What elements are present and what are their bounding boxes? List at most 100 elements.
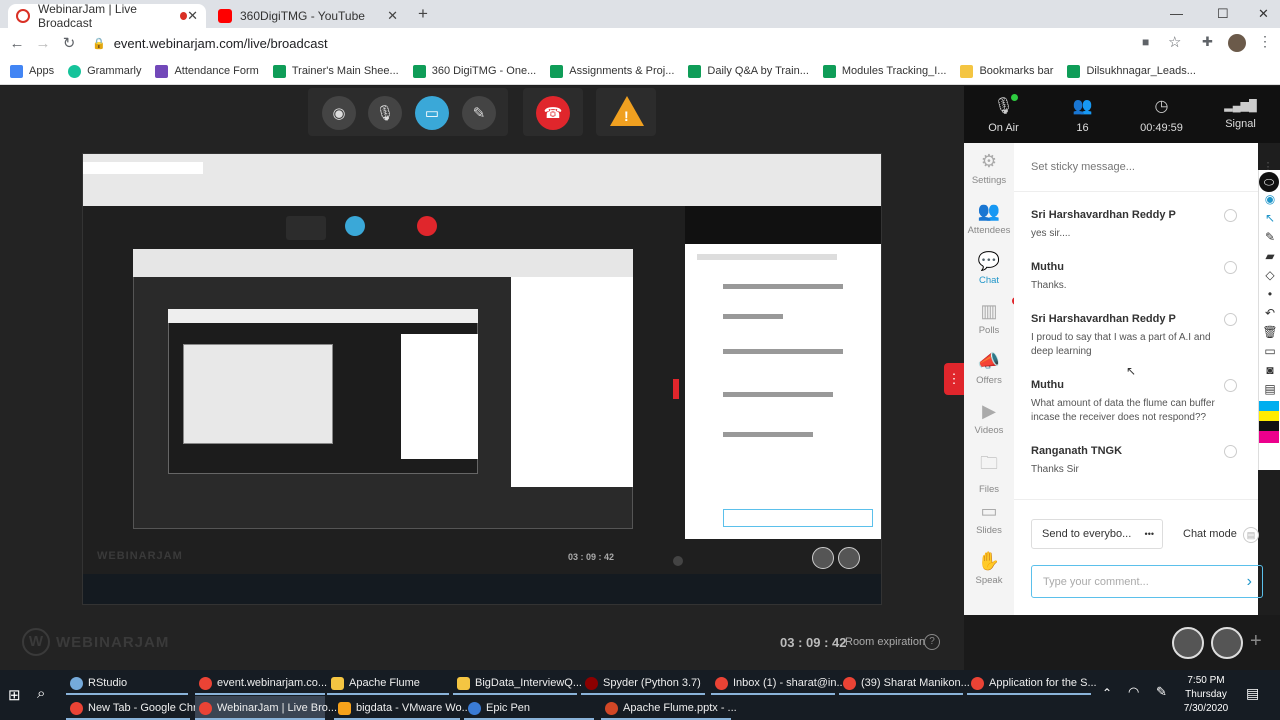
tab-label: WebinarJam | Live Broadcast <box>38 2 137 30</box>
taskbar-item[interactable]: event.webinarjam.co... <box>195 671 327 695</box>
epic-pen-logo-icon[interactable]: ⬭ <box>1259 172 1279 192</box>
message-select-radio[interactable] <box>1224 379 1237 392</box>
taskbar-item[interactable]: bigdata - VMware Wo... <box>334 696 471 720</box>
taskbar-item-active[interactable]: WebinarJam | Live Bro... <box>195 696 337 720</box>
tab-webinarjam[interactable]: WebinarJam | Live Broadcast ✕ <box>8 2 206 30</box>
camera-blocked-icon[interactable]: ■ <box>1142 35 1149 49</box>
sidebar-item-polls[interactable]: ▥ Polls <box>964 297 1020 336</box>
send-to-dropdown[interactable]: Send to everybo... ••• <box>1031 519 1163 549</box>
bookmark-folder[interactable]: Bookmarks bar <box>960 64 1053 78</box>
tray-chevron-icon[interactable]: ⌃ <box>1102 686 1112 700</box>
chat-message: Sri Harshavardhan Reddy P yes sir.... <box>1031 209 1231 241</box>
whiteboard-icon[interactable]: ▭ <box>1259 344 1280 363</box>
camera-button[interactable]: ◉ <box>322 96 356 130</box>
bookmark-item[interactable]: Attendance Form <box>155 64 259 78</box>
close-tab-icon[interactable]: ✕ <box>187 8 198 24</box>
undo-icon[interactable]: ↶ <box>1259 306 1280 325</box>
message-select-radio[interactable] <box>1224 261 1237 274</box>
send-arrow-icon[interactable]: › <box>1247 573 1252 591</box>
color-swatch-magenta[interactable] <box>1259 431 1279 443</box>
message-select-radio[interactable] <box>1224 209 1237 222</box>
help-icon[interactable]: ? <box>924 634 940 650</box>
taskbar-item[interactable]: Inbox (1) - sharat@in... <box>711 671 846 695</box>
pen-tray-icon[interactable]: ✎ <box>1156 684 1167 700</box>
window-close-icon[interactable]: ✕ <box>1258 6 1269 22</box>
close-tab-icon[interactable]: ✕ <box>387 8 398 24</box>
address-bar[interactable]: 🔒 event.webinarjam.com/live/broadcast <box>92 33 1172 53</box>
message-select-radio[interactable] <box>1224 445 1237 458</box>
extensions-icon[interactable]: ✚ <box>1202 34 1213 50</box>
sidebar-item-videos[interactable]: ▶ Videos <box>964 401 1014 436</box>
taskbar-item[interactable]: Spyder (Python 3.7) <box>581 671 705 695</box>
chat-mode-toggle-icon[interactable]: ▤ <box>1243 527 1259 543</box>
bookmark-star-icon[interactable]: ☆ <box>1168 33 1181 51</box>
taskbar-item[interactable]: Application for the S... <box>967 671 1097 695</box>
minimize-icon[interactable]: — <box>1170 6 1183 21</box>
dot-icon[interactable]: • <box>1259 287 1280 306</box>
system-clock[interactable]: 7:50 PM Thursday 7/30/2020 <box>1178 674 1234 716</box>
reload-icon[interactable]: ↻ <box>56 34 82 52</box>
presenter-avatar[interactable] <box>1211 627 1243 659</box>
color-swatch-black[interactable] <box>1259 421 1279 431</box>
color-swatch-yellow[interactable] <box>1259 411 1279 421</box>
tab-youtube[interactable]: 360DigiTMG - YouTube ✕ <box>210 4 406 28</box>
sidebar-item-files[interactable]: 🗀 Files <box>964 451 1014 495</box>
taskbar-item[interactable]: Epic Pen <box>464 696 594 720</box>
sidebar-label: Attendees <box>967 225 1011 236</box>
gear-icon: ⚙ <box>980 151 998 171</box>
sidebar-label: Files <box>978 484 1000 495</box>
screen-share-button[interactable]: ▭ <box>415 96 449 130</box>
taskbar-item[interactable]: Apache Flume <box>327 671 449 695</box>
search-icon[interactable]: ⌕ <box>37 685 45 702</box>
sidebar-item-slides[interactable]: ▭ Slides <box>964 501 1014 536</box>
notifications-icon[interactable]: ▤ <box>1246 685 1259 702</box>
eraser-icon[interactable]: ◇ <box>1259 268 1280 287</box>
taskbar-item[interactable]: (39) Sharat Manikon... <box>839 671 970 695</box>
sticky-message-input[interactable]: Set sticky message... <box>1031 161 1135 173</box>
sidebar-item-settings[interactable]: ⚙ Settings <box>964 151 1014 186</box>
profile-avatar[interactable] <box>1228 34 1246 52</box>
eye-icon[interactable]: ◉ <box>1259 192 1280 211</box>
sidebar-label: Chat <box>978 275 1000 286</box>
taskbar-item[interactable]: New Tab - Google Chr... <box>66 696 205 720</box>
panel-toggle-handle[interactable]: ⋮ <box>944 363 964 395</box>
cursor-icon[interactable]: ↖ <box>1259 211 1280 230</box>
sidebar-item-speak[interactable]: ✋ Speak <box>964 551 1014 586</box>
taskbar-item[interactable]: BigData_InterviewQ... <box>453 671 582 695</box>
bookmark-item[interactable]: 360 DigiTMG - One... <box>412 64 536 78</box>
color-swatch-cyan[interactable] <box>1259 401 1279 411</box>
highlighter-icon[interactable]: ▰ <box>1259 249 1280 268</box>
camera-capture-icon[interactable]: ◙ <box>1259 363 1280 382</box>
presenter-avatar[interactable] <box>1172 627 1204 659</box>
windows-start-icon[interactable]: ⊞ <box>8 686 21 704</box>
bookmark-item[interactable]: Apps <box>10 64 54 78</box>
back-icon[interactable]: ← <box>4 35 30 52</box>
pen-button[interactable]: ✎ <box>462 96 496 130</box>
hangup-button[interactable]: ☎ <box>536 96 570 130</box>
sidebar-item-chat[interactable]: 💬 Chat <box>964 251 1014 286</box>
bookmark-item[interactable]: Assignments & Proj... <box>550 64 674 78</box>
forward-icon[interactable]: → <box>30 35 56 52</box>
pen-toolbar-grip[interactable]: ⋮ <box>1258 160 1278 173</box>
wifi-icon[interactable]: ◠ <box>1128 684 1139 700</box>
maximize-icon[interactable]: ☐ <box>1217 6 1229 22</box>
new-tab-button[interactable]: + <box>418 4 428 24</box>
sidebar-item-offers[interactable]: 📣 Offers <box>964 351 1014 386</box>
taskbar-item[interactable]: RStudio <box>66 671 188 695</box>
nested-tab <box>83 162 203 174</box>
taskbar-item[interactable]: Apache Flume.pptx - ... <box>601 696 737 720</box>
pen-tool-icon[interactable]: ✎ <box>1259 230 1280 249</box>
bookmark-item[interactable]: Daily Q&A by Train... <box>688 64 809 78</box>
bookmark-item[interactable]: Modules Tracking_I... <box>822 64 946 78</box>
bookmark-item[interactable]: Dilsukhnagar_Leads... <box>1067 64 1196 78</box>
add-presenter-icon[interactable]: + <box>1250 630 1262 653</box>
bookmark-item[interactable]: Grammarly <box>68 64 141 78</box>
message-select-radio[interactable] <box>1224 313 1237 326</box>
mic-button[interactable]: 🎙 <box>368 96 402 130</box>
sidebar-item-attendees[interactable]: 👥 Attendees <box>964 201 1014 236</box>
comment-input[interactable]: Type your comment... › <box>1031 565 1263 598</box>
clipboard-icon[interactable]: ▤ <box>1259 382 1280 401</box>
browser-menu-icon[interactable]: ⋮ <box>1258 33 1272 50</box>
bookmark-item[interactable]: Trainer's Main Shee... <box>272 64 399 78</box>
trash-icon[interactable]: 🗑 <box>1259 325 1280 344</box>
